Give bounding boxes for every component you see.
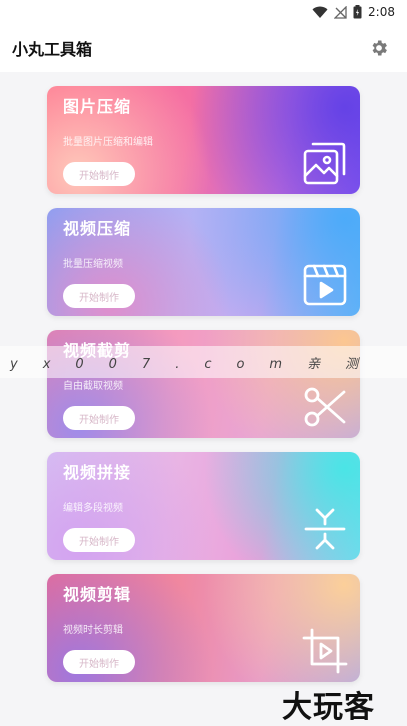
card-video-merge[interactable]: 视频拼接 编辑多段视频 开始制作 — [47, 452, 360, 560]
card-video-compress[interactable]: 视频压缩 批量压缩视频 开始制作 — [47, 208, 360, 316]
card-title: 图片压缩 — [63, 97, 132, 116]
start-button[interactable]: 开始制作 — [63, 406, 135, 430]
card-title: 视频压缩 — [63, 219, 132, 238]
card-subtitle: 视频时长剪辑 — [63, 625, 123, 636]
app-bar: 小丸工具箱 — [0, 24, 407, 72]
brand-watermark: 大玩客 — [282, 690, 375, 725]
card-subtitle: 自由截取视频 — [63, 381, 123, 392]
card-subtitle: 编辑多段视频 — [63, 503, 123, 514]
card-image-compress[interactable]: 图片压缩 批量图片压缩和编辑 开始制作 — [47, 86, 360, 194]
video-icon — [303, 264, 347, 306]
no-signal-icon — [334, 5, 347, 19]
image-icon — [303, 142, 346, 185]
app-title: 小丸工具箱 — [12, 40, 93, 59]
gear-icon — [372, 40, 387, 56]
battery-icon — [353, 5, 362, 19]
watermark-banner: yx007.com亲测 — [0, 346, 407, 378]
start-button[interactable]: 开始制作 — [63, 162, 135, 186]
card-title: 视频拼接 — [63, 463, 132, 482]
wifi-icon — [312, 6, 328, 18]
card-subtitle: 批量图片压缩和编辑 — [63, 137, 153, 148]
card-video-edit[interactable]: 视频剪辑 视频时长剪辑 开始制作 — [47, 574, 360, 682]
status-bar: 2:08 — [0, 0, 407, 24]
card-title: 视频剪辑 — [63, 585, 132, 604]
merge-icon — [304, 508, 346, 550]
start-button[interactable]: 开始制作 — [63, 528, 135, 552]
scissors-icon — [304, 387, 346, 427]
crop-play-icon — [302, 628, 348, 674]
start-button[interactable]: 开始制作 — [63, 284, 135, 308]
card-subtitle: 批量压缩视频 — [63, 259, 123, 270]
settings-button[interactable] — [367, 36, 391, 60]
status-time: 2:08 — [368, 5, 395, 19]
start-button[interactable]: 开始制作 — [63, 650, 135, 674]
